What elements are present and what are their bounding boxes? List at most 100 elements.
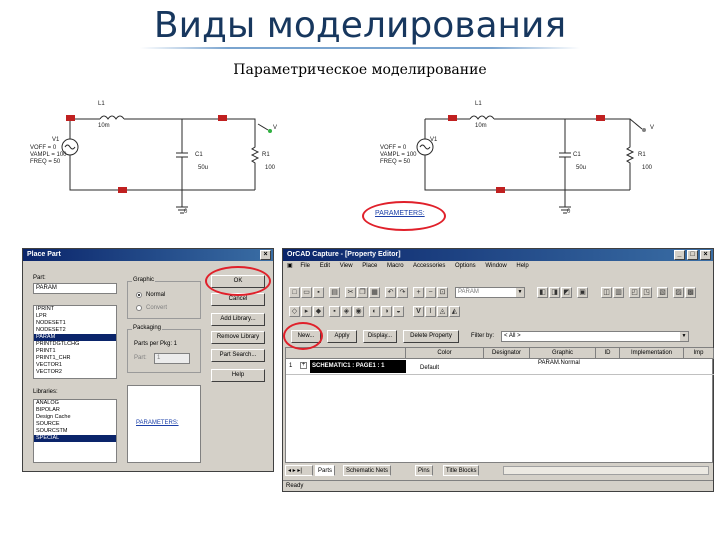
tool-icon-1[interactable]: ◧ <box>537 287 548 298</box>
filter-combo[interactable]: < All > ▼ <box>501 331 689 342</box>
add-library-button[interactable]: Add Library... <box>211 313 265 326</box>
tool-j-icon[interactable]: I <box>425 306 436 317</box>
radio-normal[interactable] <box>136 292 142 298</box>
packaging-part-spinner[interactable]: 1 <box>154 353 190 364</box>
menu-help[interactable]: Help <box>516 263 528 269</box>
column-header-imp[interactable]: Imp <box>684 348 714 359</box>
zoom-in-icon[interactable]: + <box>413 287 424 298</box>
tool-icon-6[interactable]: ▥ <box>613 287 624 298</box>
list-item[interactable]: NODESET1 <box>34 320 116 327</box>
chevron-down-icon[interactable]: ▼ <box>680 332 688 341</box>
tab-nav-icon[interactable]: ◂ ▸ ▸| <box>285 465 313 476</box>
table-row[interactable]: 1 + SCHEMATIC1 : PAGE1 : 1 Default PARAM… <box>286 359 714 375</box>
menu-macro[interactable]: Macro <box>387 263 404 269</box>
tool-k-icon[interactable]: ◬ <box>437 306 448 317</box>
delete-property-button[interactable]: Delete Property <box>403 330 459 343</box>
print-icon[interactable]: ▤ <box>329 287 340 298</box>
tool-f-icon[interactable]: ◉ <box>353 306 364 317</box>
display-button[interactable]: Display... <box>363 330 397 343</box>
list-item[interactable]: VECTOR2 <box>34 369 116 376</box>
column-header-id[interactable]: ID <box>596 348 620 359</box>
part-search-button[interactable]: Part Search... <box>211 349 265 362</box>
tab-pins[interactable]: Pins <box>415 465 433 476</box>
help-button[interactable]: Help <box>211 369 265 382</box>
redo-icon[interactable]: ↷ <box>397 287 408 298</box>
maximize-icon[interactable]: □ <box>687 250 698 260</box>
menu-view[interactable]: View <box>340 263 353 269</box>
parts-list[interactable]: IPRINT LPR NODESET1 NODESET2 PARAM PRINT… <box>33 305 117 379</box>
list-item-selected[interactable]: PARAM <box>34 334 116 341</box>
row-color[interactable]: Default <box>420 364 439 373</box>
menu-options[interactable]: Options <box>455 263 476 269</box>
menu-place[interactable]: Place <box>362 263 377 269</box>
tab-title-blocks[interactable]: Title Blocks <box>443 465 480 476</box>
radio-convert[interactable] <box>136 305 142 311</box>
menu-window[interactable]: Window <box>485 263 506 269</box>
tool-a-icon[interactable]: ◇ <box>289 306 300 317</box>
schematic-right: L1 10m V1 VOFF = 0 VAMPL = 100 FREQ = 50… <box>380 95 680 220</box>
copy-icon[interactable]: ❐ <box>357 287 368 298</box>
list-item[interactable]: SOURCSTM <box>34 428 116 435</box>
column-header-graphic[interactable]: Graphic <box>530 348 596 359</box>
tool-icon-10[interactable]: ▨ <box>673 287 684 298</box>
tool-icon-11[interactable]: ▩ <box>685 287 696 298</box>
tool-icon-4[interactable]: ▣ <box>577 287 588 298</box>
list-item[interactable]: IPRINT <box>34 306 116 313</box>
new-file-icon[interactable]: □ <box>289 287 300 298</box>
apply-button[interactable]: Apply <box>327 330 357 343</box>
cut-icon[interactable]: ✂ <box>345 287 356 298</box>
remove-library-button[interactable]: Remove Library <box>211 331 265 344</box>
open-folder-icon[interactable]: ▭ <box>301 287 312 298</box>
tool-v-icon[interactable]: V <box>413 306 424 317</box>
tool-l-icon[interactable]: ◭ <box>449 306 460 317</box>
tool-icon-9[interactable]: ▧ <box>657 287 668 298</box>
column-header-designator[interactable]: Designator <box>484 348 530 359</box>
app-menu-icon[interactable]: ▣ <box>287 263 293 269</box>
tool-icon-5[interactable]: ◫ <box>601 287 612 298</box>
column-header-implementation[interactable]: Implementation <box>620 348 684 359</box>
list-item[interactable]: PRINT1_CHR <box>34 355 116 362</box>
tool-icon-3[interactable]: ◩ <box>561 287 572 298</box>
zoom-area-icon[interactable]: ⊡ <box>437 287 448 298</box>
list-item[interactable]: VECTOR1 <box>34 362 116 369</box>
close-icon[interactable]: × <box>700 250 711 260</box>
libraries-list[interactable]: ANALOG BIPOLAR Design Cache SOURCE SOURC… <box>33 399 117 463</box>
column-header-color[interactable]: Color <box>406 348 484 359</box>
row-graphic[interactable]: PARAM.Normal <box>538 359 580 368</box>
list-item[interactable]: ANALOG <box>34 400 116 407</box>
menu-file[interactable]: File <box>300 263 310 269</box>
tool-icon-8[interactable]: ◳ <box>641 287 652 298</box>
expand-icon[interactable]: + <box>300 362 307 369</box>
tool-d-icon[interactable]: ▪ <box>329 306 340 317</box>
menu-edit[interactable]: Edit <box>320 263 330 269</box>
list-item-selected[interactable]: SPECIAL <box>34 435 116 442</box>
minimize-icon[interactable]: _ <box>674 250 685 260</box>
list-item[interactable]: SOURCE <box>34 421 116 428</box>
tool-h-icon[interactable]: ◑ <box>381 306 392 317</box>
close-icon[interactable]: × <box>260 250 271 260</box>
list-item[interactable]: LPR <box>34 313 116 320</box>
paste-icon[interactable]: ▦ <box>369 287 380 298</box>
part-input[interactable]: PARAM <box>33 283 117 294</box>
horizontal-scrollbar[interactable] <box>503 466 709 475</box>
menu-accessories[interactable]: Accessories <box>413 263 445 269</box>
list-item[interactable]: BIPOLAR <box>34 407 116 414</box>
tab-schematic-nets[interactable]: Schematic Nets <box>343 465 392 476</box>
tool-i-icon[interactable]: ◒ <box>393 306 404 317</box>
chevron-down-icon[interactable]: ▼ <box>516 288 524 297</box>
tool-icon-2[interactable]: ◨ <box>549 287 560 298</box>
tool-b-icon[interactable]: ▸ <box>301 306 312 317</box>
tool-e-icon[interactable]: ◈ <box>341 306 352 317</box>
tool-icon-7[interactable]: ◰ <box>629 287 640 298</box>
list-item[interactable]: NODESET2 <box>34 327 116 334</box>
list-item[interactable]: PRINT1 <box>34 348 116 355</box>
tab-parts[interactable]: Parts <box>315 465 336 476</box>
undo-icon[interactable]: ↶ <box>385 287 396 298</box>
part-combo[interactable]: PARAM ▼ <box>455 287 525 298</box>
tool-g-icon[interactable]: ◐ <box>369 306 380 317</box>
tool-c-icon[interactable]: ◆ <box>313 306 324 317</box>
list-item[interactable]: Design Cache <box>34 414 116 421</box>
save-icon[interactable]: ▪ <box>313 287 324 298</box>
zoom-out-icon[interactable]: − <box>425 287 436 298</box>
list-item[interactable]: PRINTDGTLCHG <box>34 341 116 348</box>
